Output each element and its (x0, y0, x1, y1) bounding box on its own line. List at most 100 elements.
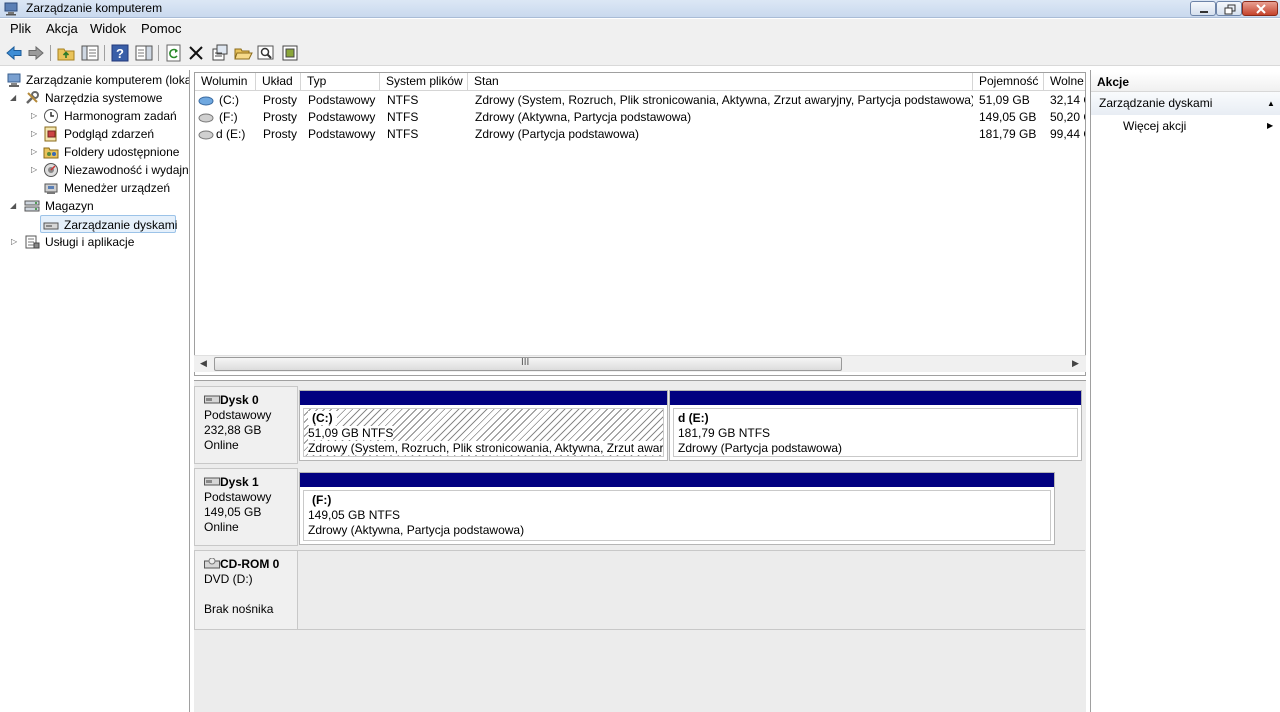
cdrom-icon (204, 558, 220, 569)
tree-label: Magazyn (45, 199, 94, 213)
cell-volume: (C:) (219, 93, 239, 107)
cell-free-space: 50,20 GB (1050, 110, 1085, 124)
tree-item-system-tools[interactable]: ◢ Narzędzia systemowe (0, 89, 189, 107)
column-header-free-space[interactable]: Wolne miejsce (1044, 73, 1085, 91)
table-row[interactable]: d (E:) Prosty Podstawowy NTFS Zdrowy (Pa… (195, 126, 1085, 143)
collapsed-arrow-icon[interactable]: ▷ (31, 107, 39, 125)
collapsed-arrow-icon[interactable]: ▷ (31, 125, 39, 143)
drive-icon (198, 113, 214, 123)
tree-item-disk-management[interactable]: Zarządzanie dyskami (40, 215, 178, 233)
minimize-button[interactable] (1190, 1, 1216, 16)
tree-label: Harmonogram zadań (64, 109, 177, 123)
properties-button[interactable] (210, 43, 230, 63)
more-actions-item[interactable]: Więcej akcji ▶ (1123, 119, 1273, 137)
tree-item-services[interactable]: ▷ Usługi i aplikacje (0, 233, 189, 251)
search-button[interactable] (256, 43, 276, 63)
partition-f[interactable]: (F:) 149,05 GB NTFS Zdrowy (Aktywna, Par… (299, 472, 1055, 545)
tree-item-shared-folders[interactable]: ▷ Foldery udostępnione (0, 143, 189, 161)
cell-type: Podstawowy (308, 93, 376, 107)
tree-item-device-manager[interactable]: Menedżer urządzeń (0, 179, 189, 197)
computer-management-icon (4, 2, 18, 16)
disk-name: CD-ROM 0 (220, 557, 280, 571)
partition-status: Zdrowy (Partycja podstawowa) (678, 441, 843, 455)
help-button[interactable]: ? (110, 43, 130, 63)
disk-1-label[interactable]: Dysk 1 Podstawowy 149,05 GB Online (194, 468, 298, 546)
cdrom-empty-area (298, 550, 1085, 630)
partition-e[interactable]: d (E:) 181,79 GB NTFS Zdrowy (Partycja p… (669, 390, 1082, 461)
table-row[interactable]: (F:) Prosty Podstawowy NTFS Zdrowy (Akty… (195, 109, 1085, 126)
tree-item-storage[interactable]: ◢ Magazyn (0, 197, 189, 215)
scrollbar-thumb[interactable]: III (214, 357, 842, 371)
export-button[interactable] (280, 43, 300, 63)
scroll-left-arrow-icon[interactable]: ◀ (200, 358, 207, 369)
column-header-filesystem[interactable]: System plików (380, 73, 468, 91)
back-icon (6, 45, 22, 61)
expanded-arrow-icon[interactable]: ◢ (10, 197, 18, 215)
volume-list-header: Wolumin Układ Typ System plików Stan Poj… (195, 73, 1085, 91)
back-button[interactable] (4, 43, 24, 63)
table-row[interactable]: (C:) Prosty Podstawowy NTFS Zdrowy (Syst… (195, 92, 1085, 109)
disk-kind: Podstawowy (204, 490, 272, 504)
tree-item-task-scheduler[interactable]: ▷ Harmonogram zadań (0, 107, 189, 125)
scroll-right-arrow-icon[interactable]: ▶ (1072, 358, 1079, 369)
menu-akcja[interactable]: Akcja (45, 21, 79, 36)
partition-bar (300, 391, 667, 405)
drive-c-icon (198, 96, 214, 106)
console-tree-icon (135, 45, 153, 61)
column-header-volume[interactable]: Wolumin (195, 73, 256, 91)
close-button[interactable] (1242, 1, 1278, 16)
delete-button[interactable] (186, 43, 206, 63)
export-icon (282, 45, 298, 61)
cdrom-0-label[interactable]: CD-ROM 0 DVD (D:) Brak nośnika (194, 550, 298, 630)
cell-free-space: 99,44 GB (1050, 127, 1085, 141)
column-header-capacity[interactable]: Pojemność (973, 73, 1044, 91)
disk-size (204, 587, 297, 602)
actions-section-label: Zarządzanie dyskami (1099, 96, 1213, 110)
disk-management-icon (43, 222, 59, 230)
collapse-arrow-icon[interactable]: ▲ (1267, 92, 1275, 115)
cell-volume: (F:) (219, 110, 238, 124)
volume-list: Wolumin Układ Typ System plików Stan Poj… (194, 72, 1086, 376)
column-header-layout[interactable]: Układ (256, 73, 301, 91)
console-tree-button[interactable] (134, 43, 154, 63)
toolbar-separator (158, 45, 159, 61)
show-hide-tree-button[interactable] (80, 43, 100, 63)
forward-button[interactable] (26, 43, 46, 63)
console-tree: Zarządzanie komputerem (lokalny) ◢ Narzę… (0, 70, 190, 712)
partition-size: 181,79 GB NTFS (678, 426, 771, 440)
menu-pomoc[interactable]: Pomoc (140, 21, 182, 36)
cell-status: Zdrowy (Partycja podstawowa) (475, 127, 640, 141)
disk-state: Online (204, 438, 239, 452)
storage-icon (24, 200, 40, 212)
cell-capacity: 51,09 GB (979, 93, 1030, 107)
actions-section-disk-management[interactable]: Zarządzanie dyskami ▲ (1091, 92, 1280, 115)
menu-plik[interactable]: Plik (9, 21, 32, 36)
partition-status: Zdrowy (System, Rozruch, Plik stronicowa… (308, 441, 663, 455)
tree-label: Zarządzanie dyskami (64, 218, 178, 232)
refresh-button[interactable] (164, 43, 184, 63)
column-header-type[interactable]: Typ (301, 73, 380, 91)
partition-f-details: (F:) 149,05 GB NTFS Zdrowy (Aktywna, Par… (303, 490, 1051, 541)
partition-c[interactable]: (C:) 51,09 GB NTFS Zdrowy (System, Rozru… (299, 390, 668, 461)
collapsed-arrow-icon[interactable]: ▷ (31, 161, 39, 179)
collapsed-arrow-icon[interactable]: ▷ (11, 233, 19, 251)
tree-item-event-viewer[interactable]: ▷ Podgląd zdarzeń (0, 125, 189, 143)
tree-item-reliability[interactable]: ▷ Niezawodność i wydajność (0, 161, 189, 179)
column-header-status[interactable]: Stan (468, 73, 973, 91)
tree-item-root[interactable]: Zarządzanie komputerem (lokalny) (0, 71, 189, 89)
open-button[interactable] (233, 43, 253, 63)
restore-button[interactable] (1216, 1, 1242, 16)
tree-label: Menedżer urządzeń (64, 181, 171, 195)
expanded-arrow-icon[interactable]: ◢ (10, 89, 18, 107)
menu-widok[interactable]: Widok (89, 21, 127, 36)
toolbar-separator (50, 45, 51, 61)
properties-icon (212, 44, 228, 61)
actions-header: Akcje (1091, 72, 1280, 92)
disk-name: Dysk 0 (220, 393, 259, 407)
disk-0-label[interactable]: Dysk 0 Podstawowy 232,88 GB Online (194, 386, 298, 464)
up-button[interactable] (56, 43, 76, 63)
cell-capacity: 181,79 GB (979, 127, 1037, 141)
cell-volume: d (E:) (216, 127, 246, 141)
partition-bar (670, 391, 1081, 405)
collapsed-arrow-icon[interactable]: ▷ (31, 143, 39, 161)
